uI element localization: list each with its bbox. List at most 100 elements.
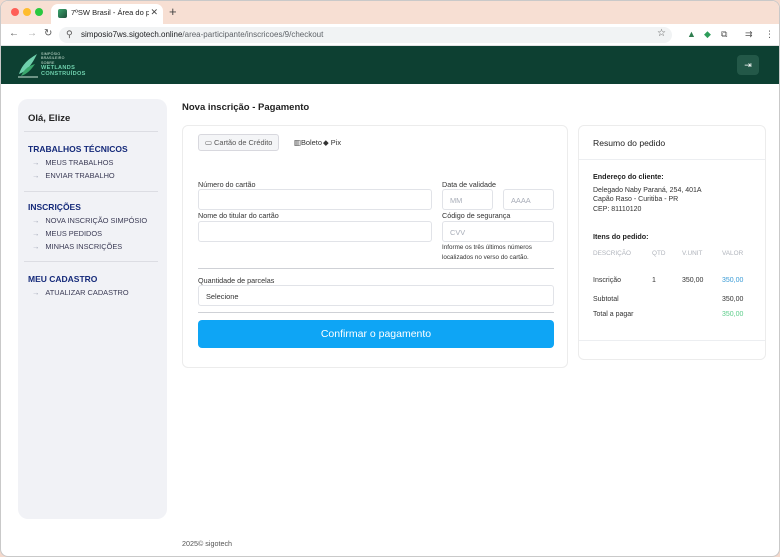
col-header-vunit: V.UNIT: [682, 250, 703, 257]
sidebar-item-meus-pedidos[interactable]: → MEUS PEDIDOS: [32, 229, 102, 238]
card-number-label: Número do cartão: [198, 180, 256, 189]
browser-window: 7ºSW Brasil - Área do partic ✕ + ← → ↻ ⚲…: [0, 0, 780, 557]
minimize-window-button[interactable]: [23, 8, 31, 16]
cvv-input[interactable]: CVV: [442, 221, 554, 242]
sidebar-item-atualizar-cadastro[interactable]: → ATUALIZAR CADASTRO: [32, 288, 129, 297]
installments-label: Quantidade de parcelas: [198, 276, 275, 285]
favicon-icon: [58, 9, 67, 18]
media-icon[interactable]: ⇉: [745, 28, 753, 40]
sidebar-item-label: MINHAS INSCRIÇÕES: [45, 242, 123, 251]
arrow-right-icon: →: [32, 216, 40, 225]
divider: [198, 268, 554, 269]
subtotal-label: Subtotal: [593, 296, 619, 303]
sidebar: Olá, Elize TRABALHOS TÉCNICOS → MEUS TRAB…: [18, 99, 167, 519]
card-number-input[interactable]: [198, 189, 432, 210]
address-heading: Endereço do cliente:: [593, 172, 664, 181]
cvv-hint: Informe os três últimos números localiza…: [442, 244, 532, 261]
reload-icon[interactable]: ↻: [44, 28, 52, 40]
shield-icon[interactable]: ◆: [704, 28, 711, 40]
sidebar-item-minhas-inscricoes[interactable]: → MINHAS INSCRIÇÕES: [32, 242, 122, 251]
customer-address: Delegado Naby Paraná, 254, 401A Capão Ra…: [593, 186, 702, 214]
col-header-valor: VALOR: [722, 250, 744, 257]
cvv-label: Código de segurança: [442, 211, 511, 220]
site-header: SIMPÓSIO BRASILEIRO SOBRE WETLANDS CONST…: [1, 46, 779, 84]
url-text[interactable]: simposio7ws.sigotech.online/area-partici…: [81, 30, 323, 39]
address-line: Capão Raso - Curitiba - PR: [593, 196, 679, 204]
col-header-qtd: QTD: [652, 250, 666, 257]
divider: [198, 312, 554, 313]
select-value: Selecione: [206, 292, 239, 301]
close-window-button[interactable]: [11, 8, 19, 16]
arrow-right-icon: →: [32, 229, 40, 238]
tab-label: Cartão de Crédito: [214, 138, 273, 147]
sidebar-item-label: ENVIAR TRABALHO: [45, 171, 115, 180]
item-description: Inscrição: [593, 277, 622, 284]
sidebar-item-meus-trabalhos[interactable]: → MEUS TRABALHOS: [32, 158, 113, 167]
arrow-right-icon: →: [32, 171, 40, 180]
logout-icon: ⇥: [744, 60, 752, 70]
maximize-window-button[interactable]: [35, 8, 43, 16]
sidebar-item-label: ATUALIZAR CADASTRO: [45, 288, 129, 297]
tab-credit-card[interactable]: ▭ Cartão de Crédito: [198, 134, 280, 151]
placeholder: CVV: [450, 228, 466, 237]
leaf-logo-icon: [18, 54, 38, 78]
address-bar[interactable]: ⚲ simposio7ws.sigotech.online/area-parti…: [59, 27, 672, 43]
new-tab-button[interactable]: +: [169, 5, 177, 18]
tab-strip: 7ºSW Brasil - Área do partic ✕ +: [1, 1, 779, 24]
expiry-month-input[interactable]: MM: [442, 189, 493, 210]
order-summary-card: Resumo do pedido Endereço do cliente: De…: [578, 125, 766, 360]
browser-tab[interactable]: 7ºSW Brasil - Área do partic ✕: [51, 4, 163, 24]
placeholder: AAAA: [511, 196, 531, 205]
site-info-icon[interactable]: ⚲: [66, 29, 73, 40]
payment-card: ▭ Cartão de Crédito ▥Boleto ◆ Pix Número…: [182, 125, 568, 368]
tab-pix[interactable]: ◆ Pix: [323, 134, 341, 151]
back-arrow-icon[interactable]: ←: [9, 28, 19, 40]
item-qty: 1: [652, 277, 656, 284]
tab-title: 7ºSW Brasil - Área do partic: [71, 8, 149, 17]
puzzle-icon[interactable]: ⧉: [721, 28, 727, 40]
pix-icon: ◆: [323, 138, 331, 147]
divider: [24, 261, 158, 262]
footer-copyright: 2025© sigotech: [182, 539, 233, 548]
item-unit-price: 350,00: [682, 277, 704, 284]
holder-label: Nome do titular do cartão: [198, 211, 279, 220]
page-title: Nova inscrição - Pagamento: [182, 102, 310, 113]
browser-toolbar: ← → ↻ ⚲ simposio7ws.sigotech.online/area…: [1, 24, 779, 46]
barcode-icon: ▥: [294, 138, 301, 147]
tab-close-icon[interactable]: ✕: [150, 7, 158, 18]
tab-label: Pix: [330, 138, 342, 147]
sidebar-item-label: NOVA INSCRIÇÃO SIMPÓSIO: [45, 216, 148, 225]
section-title-cadastro: MEU CADASTRO: [28, 274, 98, 284]
confirm-payment-button[interactable]: Confirmar o pagamento: [198, 320, 554, 348]
logout-button[interactable]: ⇥: [737, 55, 759, 75]
sidebar-item-label: MEUS TRABALHOS: [45, 158, 114, 167]
section-title-trabalhos: TRABALHOS TÉCNICOS: [28, 144, 128, 154]
logo-construidos: CONSTRUÍDOS: [41, 71, 86, 78]
holder-name-input[interactable]: [198, 221, 432, 242]
expiry-year-input[interactable]: AAAA: [503, 189, 554, 210]
extension-icon[interactable]: ▲: [687, 28, 696, 40]
sidebar-item-label: MEUS PEDIDOS: [45, 229, 103, 238]
tab-boleto[interactable]: ▥Boleto: [294, 134, 322, 151]
installments-select[interactable]: Selecione: [198, 285, 554, 306]
summary-title: Resumo do pedido: [593, 138, 666, 148]
logo-text: SIMPÓSIO BRASILEIRO SOBRE WETLANDS CONST…: [41, 52, 86, 77]
bookmark-star-icon[interactable]: ☆: [657, 28, 666, 39]
items-heading: Itens do pedido:: [593, 232, 649, 241]
section-title-inscricoes: INSCRIÇÕES: [28, 202, 81, 212]
sidebar-item-nova-inscricao[interactable]: → NOVA INSCRIÇÃO SIMPÓSIO: [32, 216, 147, 225]
divider: [24, 191, 158, 192]
col-header-descricao: DESCRIÇÃO: [593, 250, 631, 257]
arrow-right-icon: →: [32, 288, 40, 297]
sidebar-item-enviar-trabalho[interactable]: → ENVIAR TRABALHO: [32, 171, 115, 180]
total-label: Total a pagar: [593, 311, 634, 318]
subtotal-value: 350,00: [722, 296, 744, 303]
item-value: 350,00: [722, 277, 744, 284]
menu-dots-icon[interactable]: ⋮: [765, 28, 774, 40]
address-line: CEP: 81110120: [593, 205, 642, 213]
arrow-right-icon: →: [32, 242, 40, 251]
arrow-right-icon: →: [32, 158, 40, 167]
placeholder: MM: [450, 196, 463, 205]
total-value: 350,00: [722, 311, 744, 318]
forward-arrow-icon[interactable]: →: [27, 28, 37, 40]
